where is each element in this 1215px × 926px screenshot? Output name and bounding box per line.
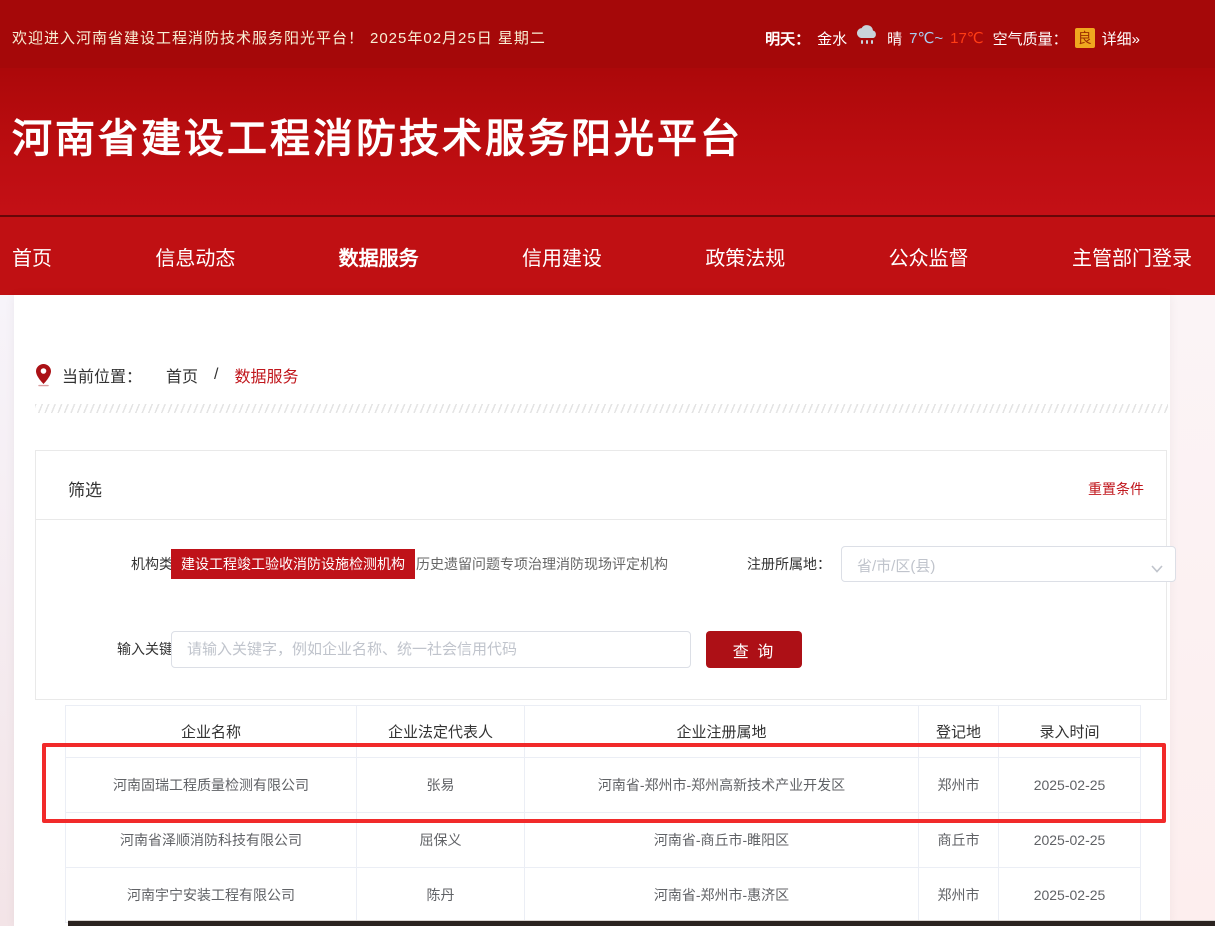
breadcrumb-separator: / (214, 366, 218, 384)
nav-item-credit[interactable]: 信用建设 (522, 242, 602, 271)
footer-edge-bar (68, 920, 1215, 926)
table-row[interactable]: 河南宇宁安装工程有限公司 陈丹 河南省-郑州市-惠济区 郑州市 2025-02-… (66, 868, 1141, 923)
nav-item-data-service[interactable]: 数据服务 (339, 242, 419, 271)
air-quality-badge: 良 (1075, 28, 1095, 48)
site-header: 河南省建设工程消防技术服务阳光平台 (0, 68, 1215, 215)
nav-item-authority-login[interactable]: 主管部门登录 (1072, 242, 1192, 271)
page-bg-left (0, 295, 14, 926)
cell-entry-date: 2025-02-25 (999, 868, 1141, 923)
top-bar: 欢迎进入河南省建设工程消防技术服务阳光平台！ 2025年02月25日 星期二 明… (0, 0, 1215, 68)
breadcrumb-home[interactable]: 首页 (166, 363, 198, 387)
results-table: 企业名称 企业法定代表人 企业注册属地 登记地 录入时间 河南固瑞工程质量检测有… (65, 705, 1141, 923)
search-button[interactable]: 查 询 (706, 631, 802, 668)
main-nav: 首页 信息动态 数据服务 信用建设 政策法规 公众监督 主管部门登录 (0, 215, 1215, 295)
nav-item-news[interactable]: 信息动态 (155, 242, 235, 271)
weather-tomorrow-label: 明天： (765, 28, 810, 49)
region-select-placeholder: 省/市/区(县) (857, 555, 935, 576)
cell-company-name: 河南宇宁安装工程有限公司 (66, 868, 357, 923)
chevron-down-icon (1151, 560, 1163, 578)
slash-divider (35, 404, 1168, 413)
date-text: 2025年02月25日 星期二 (370, 27, 546, 48)
weather-widget: 明天： 金水 晴 7℃~ 17℃ 空气质量： 良 详细» (765, 24, 1140, 52)
filter-row-keyword: 输入关键字： 查 询 (36, 631, 1166, 668)
col-company-name: 企业名称 (66, 706, 357, 758)
cell-registered-location: 河南省-郑州市-郑州高新技术产业开发区 (525, 758, 919, 813)
breadcrumb: 当前位置： 首页 / 数据服务 (35, 363, 299, 387)
weather-condition: 晴 (887, 28, 902, 49)
nav-item-home[interactable]: 首页 (12, 242, 52, 271)
cell-registered-location: 河南省-郑州市-惠济区 (525, 868, 919, 923)
cell-legal-representative: 屈保义 (357, 813, 525, 868)
table-row[interactable]: 河南省泽顺消防科技有限公司 屈保义 河南省-商丘市-睢阳区 商丘市 2025-0… (66, 813, 1141, 868)
category-option-selected[interactable]: 建设工程竣工验收消防设施检测机构 (171, 549, 415, 579)
cell-registration-place: 商丘市 (919, 813, 999, 868)
weather-detail-link[interactable]: 详细» (1102, 28, 1140, 49)
cell-legal-representative: 陈丹 (357, 868, 525, 923)
cell-registered-location: 河南省-商丘市-睢阳区 (525, 813, 919, 868)
welcome-text: 欢迎进入河南省建设工程消防技术服务阳光平台！ (12, 27, 364, 48)
table-header-row: 企业名称 企业法定代表人 企业注册属地 登记地 录入时间 (66, 706, 1141, 758)
category-option-unselected[interactable]: 历史遗留问题专项治理消防现场评定机构 (416, 546, 668, 582)
filter-panel-header: 筛选 重置条件 (36, 451, 1166, 520)
weather-district: 金水 (817, 28, 847, 49)
page-bg-right (1170, 295, 1215, 926)
weather-temp-high: 17℃ (950, 29, 984, 47)
filter-panel: 筛选 重置条件 机构类别： 建设工程竣工验收消防设施检测机构 历史遗留问题专项治… (35, 450, 1167, 700)
cell-registration-place: 郑州市 (919, 758, 999, 813)
reset-filters-link[interactable]: 重置条件 (1088, 479, 1144, 499)
page: 欢迎进入河南省建设工程消防技术服务阳光平台！ 2025年02月25日 星期二 明… (0, 0, 1215, 926)
region-select[interactable]: 省/市/区(县) (841, 546, 1176, 582)
site-title: 河南省建设工程消防技术服务阳光平台 (12, 106, 743, 164)
cell-company-name: 河南省泽顺消防科技有限公司 (66, 813, 357, 868)
breadcrumb-current: 数据服务 (234, 363, 298, 387)
location-pin-icon (35, 363, 52, 387)
table-row[interactable]: 河南固瑞工程质量检测有限公司 张易 河南省-郑州市-郑州高新技术产业开发区 郑州… (66, 758, 1141, 813)
col-legal-representative: 企业法定代表人 (357, 706, 525, 758)
nav-item-policy[interactable]: 政策法规 (705, 242, 785, 271)
keyword-input[interactable] (171, 631, 691, 668)
col-entry-date: 录入时间 (999, 706, 1141, 758)
cell-entry-date: 2025-02-25 (999, 758, 1141, 813)
filter-row-category: 机构类别： 建设工程竣工验收消防设施检测机构 历史遗留问题专项治理消防现场评定机… (36, 546, 1166, 582)
weather-temp-low: 7℃~ (909, 29, 943, 47)
cell-company-name: 河南固瑞工程质量检测有限公司 (66, 758, 357, 813)
cell-registration-place: 郑州市 (919, 868, 999, 923)
region-label: 注册所属地： (711, 546, 831, 582)
col-registration-place: 登记地 (919, 706, 999, 758)
filter-title: 筛选 (68, 476, 102, 501)
cloud-drizzle-icon (854, 24, 880, 52)
cell-entry-date: 2025-02-25 (999, 813, 1141, 868)
air-quality-label: 空气质量： (993, 28, 1068, 49)
col-registered-location: 企业注册属地 (525, 706, 919, 758)
nav-item-public-supervision[interactable]: 公众监督 (889, 242, 969, 271)
breadcrumb-label: 当前位置： (62, 363, 142, 387)
cell-legal-representative: 张易 (357, 758, 525, 813)
